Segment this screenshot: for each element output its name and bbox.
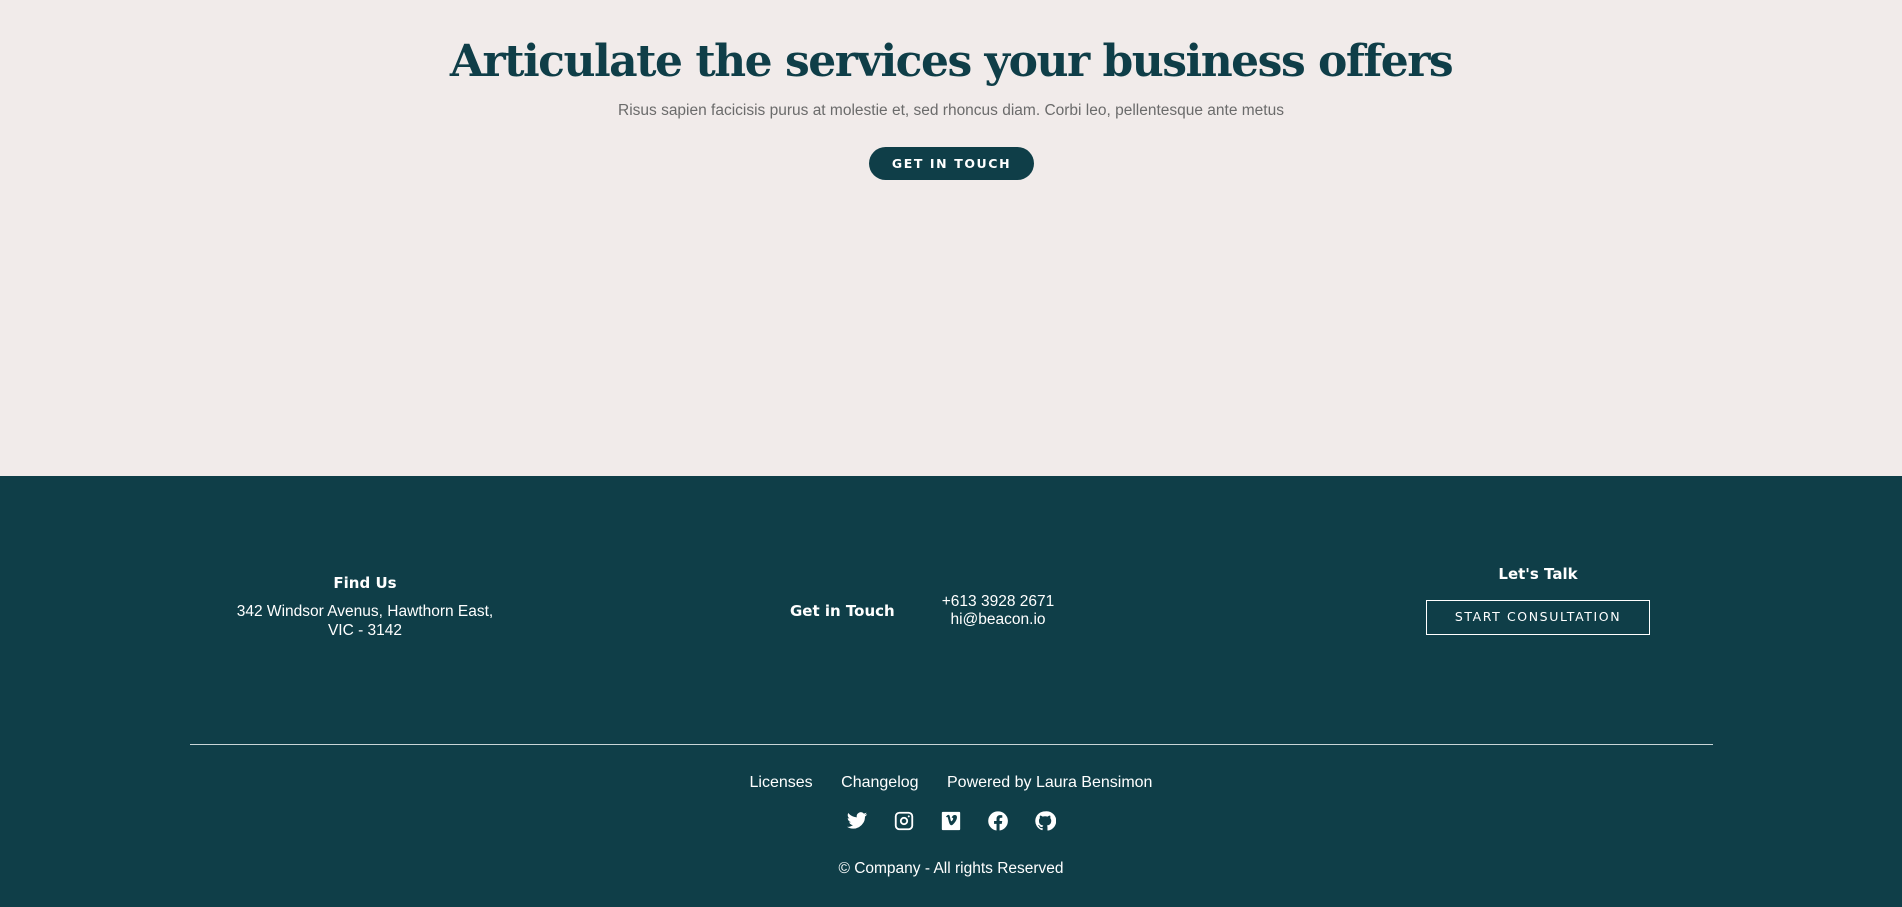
footer: Find Us 342 Windsor Avenus, Hawthorn Eas… <box>0 476 1902 907</box>
email-link[interactable]: hi@beacon.io <box>930 611 1066 629</box>
hero-section: Articulate the services your business of… <box>0 0 1902 476</box>
find-us-block: Find Us 342 Windsor Avenus, Hawthorn Eas… <box>225 574 505 640</box>
lets-talk-block: Let's Talk START CONSULTATION <box>1426 565 1650 635</box>
contact-info: +613 3928 2671 hi@beacon.io <box>930 593 1066 629</box>
hero-subtitle: Risus sapien facicisis purus at molestie… <box>618 102 1284 119</box>
changelog-link[interactable]: Changelog <box>841 774 918 791</box>
twitter-icon[interactable] <box>845 809 869 833</box>
start-consultation-button[interactable]: START CONSULTATION <box>1426 600 1650 635</box>
lets-talk-title: Let's Talk <box>1498 565 1578 583</box>
address-line-1: 342 Windsor Avenus, Hawthorn East, <box>236 603 494 620</box>
phone-link[interactable]: +613 3928 2671 <box>930 593 1066 611</box>
powered-by-link[interactable]: Powered by Laura Bensimon <box>947 774 1152 791</box>
github-icon[interactable] <box>1033 809 1057 833</box>
get-in-touch-title: Get in Touch <box>790 602 895 620</box>
footer-divider <box>190 744 1713 745</box>
hero-title: Articulate the services your business of… <box>449 36 1454 87</box>
social-icons <box>0 809 1902 833</box>
footer-links: Licenses Changelog Powered by Laura Bens… <box>0 774 1902 792</box>
get-in-touch-button[interactable]: GET IN TOUCH <box>869 147 1034 180</box>
copyright-text: © Company - All rights Reserved <box>838 860 1064 877</box>
licenses-link[interactable]: Licenses <box>750 774 813 791</box>
find-us-title: Find Us <box>333 574 397 592</box>
instagram-icon[interactable] <box>892 809 916 833</box>
address-line-2: VIC - 3142 <box>327 622 403 639</box>
facebook-icon[interactable] <box>986 809 1010 833</box>
vimeo-icon[interactable] <box>939 809 963 833</box>
address: 342 Windsor Avenus, Hawthorn East, VIC -… <box>225 602 505 640</box>
